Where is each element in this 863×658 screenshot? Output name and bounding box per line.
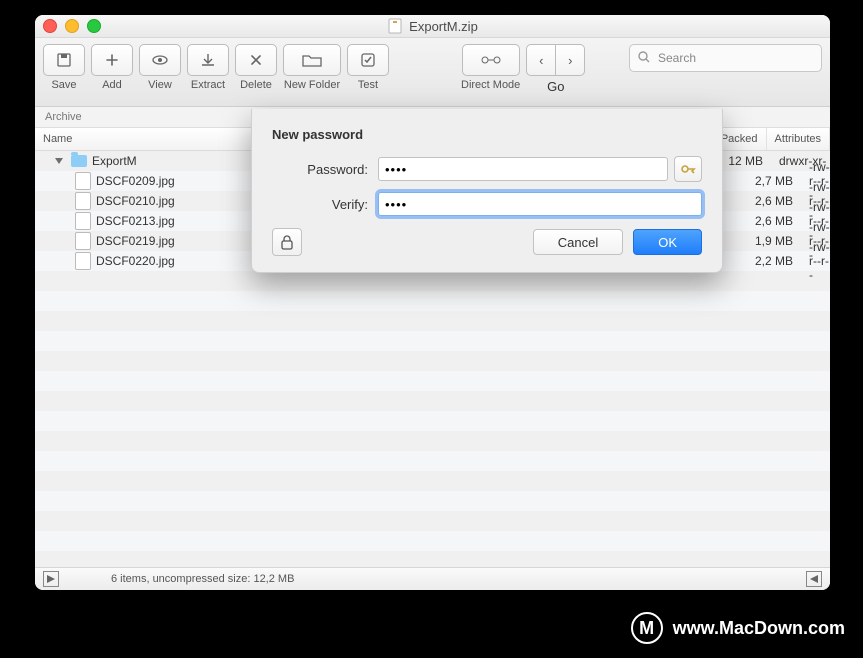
ok-button[interactable]: OK bbox=[633, 229, 702, 255]
app-window: ExportM.zip Save Add View Extract bbox=[35, 15, 830, 590]
view-button[interactable]: View bbox=[139, 44, 181, 91]
table-row bbox=[35, 311, 830, 331]
search-input[interactable]: Search bbox=[629, 44, 822, 72]
verify-label: Verify: bbox=[272, 197, 378, 212]
table-row bbox=[35, 391, 830, 411]
table-row bbox=[35, 531, 830, 551]
verify-input[interactable] bbox=[378, 192, 702, 216]
direct-mode-button[interactable]: Direct Mode bbox=[461, 44, 520, 91]
archive-file-icon bbox=[387, 18, 403, 34]
titlebar: ExportM.zip bbox=[35, 15, 830, 38]
table-row bbox=[35, 291, 830, 311]
toolbar: Save Add View Extract Delete New Folder bbox=[35, 38, 830, 107]
file-icon bbox=[75, 172, 91, 190]
table-row bbox=[35, 511, 830, 531]
row-name: DSCF0220.jpg bbox=[96, 254, 175, 268]
key-icon bbox=[680, 162, 696, 176]
row-name: DSCF0219.jpg bbox=[96, 234, 175, 248]
add-button[interactable]: Add bbox=[91, 44, 133, 91]
extract-button[interactable]: Extract bbox=[187, 44, 229, 91]
lock-button[interactable] bbox=[272, 228, 302, 256]
expand-toggle-icon[interactable] bbox=[806, 571, 822, 587]
disclosure-triangle-icon[interactable] bbox=[55, 158, 63, 164]
table-row bbox=[35, 491, 830, 511]
go-back-button[interactable]: ‹ bbox=[526, 44, 556, 76]
row-name: DSCF0213.jpg bbox=[96, 214, 175, 228]
status-bar: 6 items, uncompressed size: 12,2 MB bbox=[35, 567, 830, 590]
table-row bbox=[35, 411, 830, 431]
folder-icon bbox=[71, 155, 87, 167]
go-forward-button[interactable]: › bbox=[556, 44, 585, 76]
search-icon bbox=[637, 50, 651, 64]
row-name: ExportM bbox=[92, 154, 137, 168]
row-name: DSCF0209.jpg bbox=[96, 174, 175, 188]
table-row bbox=[35, 351, 830, 371]
file-icon bbox=[75, 212, 91, 230]
watermark-logo-icon: M bbox=[631, 612, 663, 644]
cancel-button[interactable]: Cancel bbox=[533, 229, 623, 255]
test-button[interactable]: Test bbox=[347, 44, 389, 91]
watermark: M www.MacDown.com bbox=[631, 612, 845, 644]
file-icon bbox=[75, 232, 91, 250]
table-row bbox=[35, 451, 830, 471]
status-text: 6 items, uncompressed size: 12,2 MB bbox=[111, 573, 294, 585]
delete-button[interactable]: Delete bbox=[235, 44, 277, 91]
file-icon bbox=[75, 192, 91, 210]
col-attr[interactable]: Attributes bbox=[767, 128, 830, 150]
password-label: Password: bbox=[272, 162, 378, 177]
table-row bbox=[35, 371, 830, 391]
password-dialog: New password Password: Verify: Cancel OK bbox=[251, 109, 723, 273]
file-icon bbox=[75, 252, 91, 270]
table-row bbox=[35, 271, 830, 291]
table-row bbox=[35, 331, 830, 351]
dialog-title: New password bbox=[272, 127, 702, 142]
window-title: ExportM.zip bbox=[35, 18, 830, 34]
table-row bbox=[35, 431, 830, 451]
lock-icon bbox=[280, 234, 294, 250]
window-title-text: ExportM.zip bbox=[409, 19, 478, 34]
layout-toggle-icon[interactable] bbox=[43, 571, 59, 587]
password-reveal-button[interactable] bbox=[674, 156, 702, 182]
save-button[interactable]: Save bbox=[43, 44, 85, 91]
row-name: DSCF0210.jpg bbox=[96, 194, 175, 208]
password-input[interactable] bbox=[378, 157, 668, 181]
table-row bbox=[35, 471, 830, 491]
new-folder-button[interactable]: New Folder bbox=[283, 44, 341, 91]
go-nav: ‹ › Go bbox=[526, 44, 585, 94]
